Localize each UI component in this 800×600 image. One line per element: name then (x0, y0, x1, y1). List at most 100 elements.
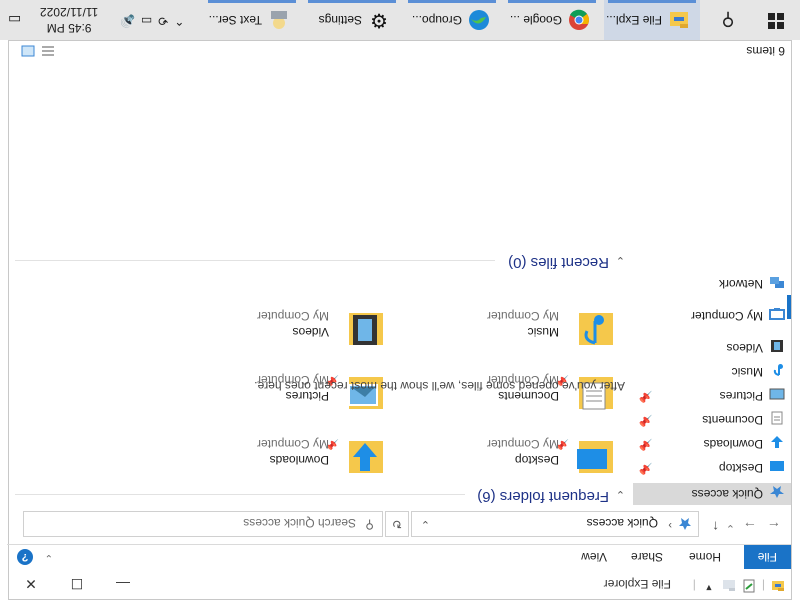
window-title: File Explorer (603, 577, 671, 591)
nav-documents[interactable]: Documents 📌 (635, 409, 785, 431)
search-icon: ⚲ (365, 518, 374, 532)
taskbar: ⚲ File Expl... Google ... Groupo... ⚙ Se… (0, 0, 800, 40)
file-explorer-icon (668, 9, 690, 31)
quick-access-star-icon (769, 486, 785, 500)
folder-tile-videos[interactable]: Videos My Computer (167, 297, 387, 349)
active-indicator (608, 0, 696, 3)
minimize-icon: — (116, 576, 130, 592)
nav-label: Videos (726, 341, 763, 355)
music-icon (769, 364, 785, 378)
nav-scroll-thumb[interactable] (787, 295, 791, 319)
computer-icon (769, 308, 785, 322)
battery-icon[interactable]: ▭ (141, 14, 152, 28)
nav-videos[interactable]: Videos (635, 337, 785, 359)
volume-icon[interactable]: 🔊 (120, 14, 135, 28)
nav-downloads[interactable]: Downloads 📌 (635, 433, 785, 455)
minimize-button[interactable]: — (100, 569, 146, 599)
tab-share[interactable]: Share (617, 545, 677, 569)
details-view-icon[interactable] (41, 42, 55, 57)
title-bar[interactable]: | ▼ | File Explorer — ☐ ✕ (7, 569, 791, 599)
open-indicator (308, 0, 396, 3)
breadcrumb-chevron-icon: › (668, 519, 672, 531)
windows-logo-icon (768, 11, 784, 30)
recent-locations-icon[interactable]: ⌄ (726, 522, 735, 535)
taskbar-app-settings[interactable]: ⚙ Settings (304, 0, 400, 40)
maximize-button[interactable]: ☐ (54, 569, 100, 599)
frequent-folders-header[interactable]: Frequent folders (6) (477, 488, 609, 505)
folder-name: Desktop (514, 453, 559, 467)
large-icons-view-icon[interactable] (21, 42, 35, 57)
start-button[interactable] (752, 0, 800, 40)
nav-desktop[interactable]: Desktop 📌 (635, 457, 785, 479)
nav-pictures[interactable]: Pictures 📌 (635, 385, 785, 407)
quick-access-toolbar: | ▼ | (693, 579, 785, 593)
search-taskbar-button[interactable]: ⚲ (704, 0, 752, 40)
open-indicator (508, 0, 596, 3)
expand-ribbon-icon[interactable]: ⌄ (45, 552, 53, 563)
videos-icon (769, 340, 785, 354)
toolbar-divider: | (761, 579, 765, 593)
nav-network[interactable]: Network (635, 273, 785, 295)
address-bar-row: ← → ⌄ ↑ › Quick access ⌄ ↻ ⚲ Search Quic… (7, 509, 791, 543)
refresh-button[interactable]: ↻ (385, 511, 409, 537)
nav-my-computer[interactable]: My Computer (635, 305, 785, 327)
taskbar-app-label: Text Ser... (208, 13, 262, 27)
tab-view[interactable]: View (567, 545, 621, 569)
customize-toolbar-icon[interactable]: ▼ (702, 579, 716, 593)
collapse-recent-icon[interactable]: ⌄ (616, 254, 625, 267)
folder-location: My Computer (486, 309, 559, 323)
forward-arrow-icon[interactable]: → (743, 519, 757, 535)
nav-quick-access[interactable]: Quick access (633, 483, 791, 505)
properties-icon[interactable] (742, 579, 756, 593)
nav-label: Quick access (691, 487, 763, 501)
back-arrow-icon[interactable]: ← (767, 519, 781, 535)
desktop-icon (769, 460, 785, 474)
close-icon: ✕ (25, 576, 37, 593)
close-button[interactable]: ✕ (8, 569, 54, 599)
content-area: ⌄ Frequent folders (6) 📌 Desktop My Comp… (15, 61, 625, 507)
new-folder-icon[interactable] (722, 579, 736, 593)
address-dropdown-icon[interactable]: ⌄ (421, 518, 430, 531)
item-count: 6 items (746, 44, 785, 58)
refresh-icon: ↻ (391, 517, 403, 531)
pin-icon: 📌 (639, 414, 653, 426)
folder-tile-desktop[interactable]: 📌 Desktop My Computer (397, 425, 617, 477)
pictures-icon (769, 388, 785, 402)
clock[interactable]: 9:45 PM 11/11/2022 (40, 4, 98, 36)
tab-home[interactable]: Home (675, 545, 735, 569)
help-icon[interactable]: ? (17, 549, 33, 565)
address-path: Quick access (586, 516, 658, 530)
nav-label: Network (718, 277, 763, 291)
chrome-icon (568, 9, 590, 31)
sync-icon[interactable]: ⟲ (158, 14, 168, 28)
tab-file[interactable]: File (743, 545, 791, 569)
up-arrow-icon[interactable]: ↑ (712, 519, 719, 535)
nav-label: Desktop (718, 461, 763, 475)
taskbar-app-label: Settings (318, 13, 362, 27)
text-services-icon (268, 9, 290, 31)
status-bar: 6 items (7, 39, 791, 61)
folder-tile-downloads[interactable]: 📌 Downloads My Computer (167, 425, 387, 477)
downloads-icon (769, 436, 785, 450)
taskbar-app-file-explorer[interactable]: File Expl... (604, 0, 700, 40)
notification-icon[interactable]: ▭ (8, 11, 21, 28)
address-box[interactable]: › Quick access ⌄ (411, 511, 699, 537)
nav-music[interactable]: Music (635, 361, 785, 383)
show-hidden-icons-icon[interactable]: ⌃ (174, 14, 184, 28)
open-indicator (208, 0, 296, 3)
folder-location: My Computer (256, 437, 329, 451)
folder-tile-music[interactable]: Music My Computer (397, 297, 617, 349)
nav-label: Documents (702, 413, 763, 427)
taskbar-app-chrome[interactable]: Google ... (504, 0, 600, 40)
videos-folder-icon (343, 309, 387, 349)
maximize-icon: ☐ (70, 576, 84, 593)
nav-label: Music (731, 365, 763, 379)
recent-files-header[interactable]: Recent files (0) (508, 254, 609, 271)
taskbar-app-edge[interactable]: Groupo... (404, 0, 500, 40)
desktop-folder-icon (573, 437, 617, 477)
taskbar-app-text-services[interactable]: Text Ser... (204, 0, 300, 40)
collapse-frequent-icon[interactable]: ⌄ (616, 488, 625, 501)
pin-icon: 📌 (639, 462, 653, 474)
pin-icon: 📌 (639, 438, 653, 450)
search-input[interactable]: ⚲ Search Quick access (23, 511, 383, 537)
